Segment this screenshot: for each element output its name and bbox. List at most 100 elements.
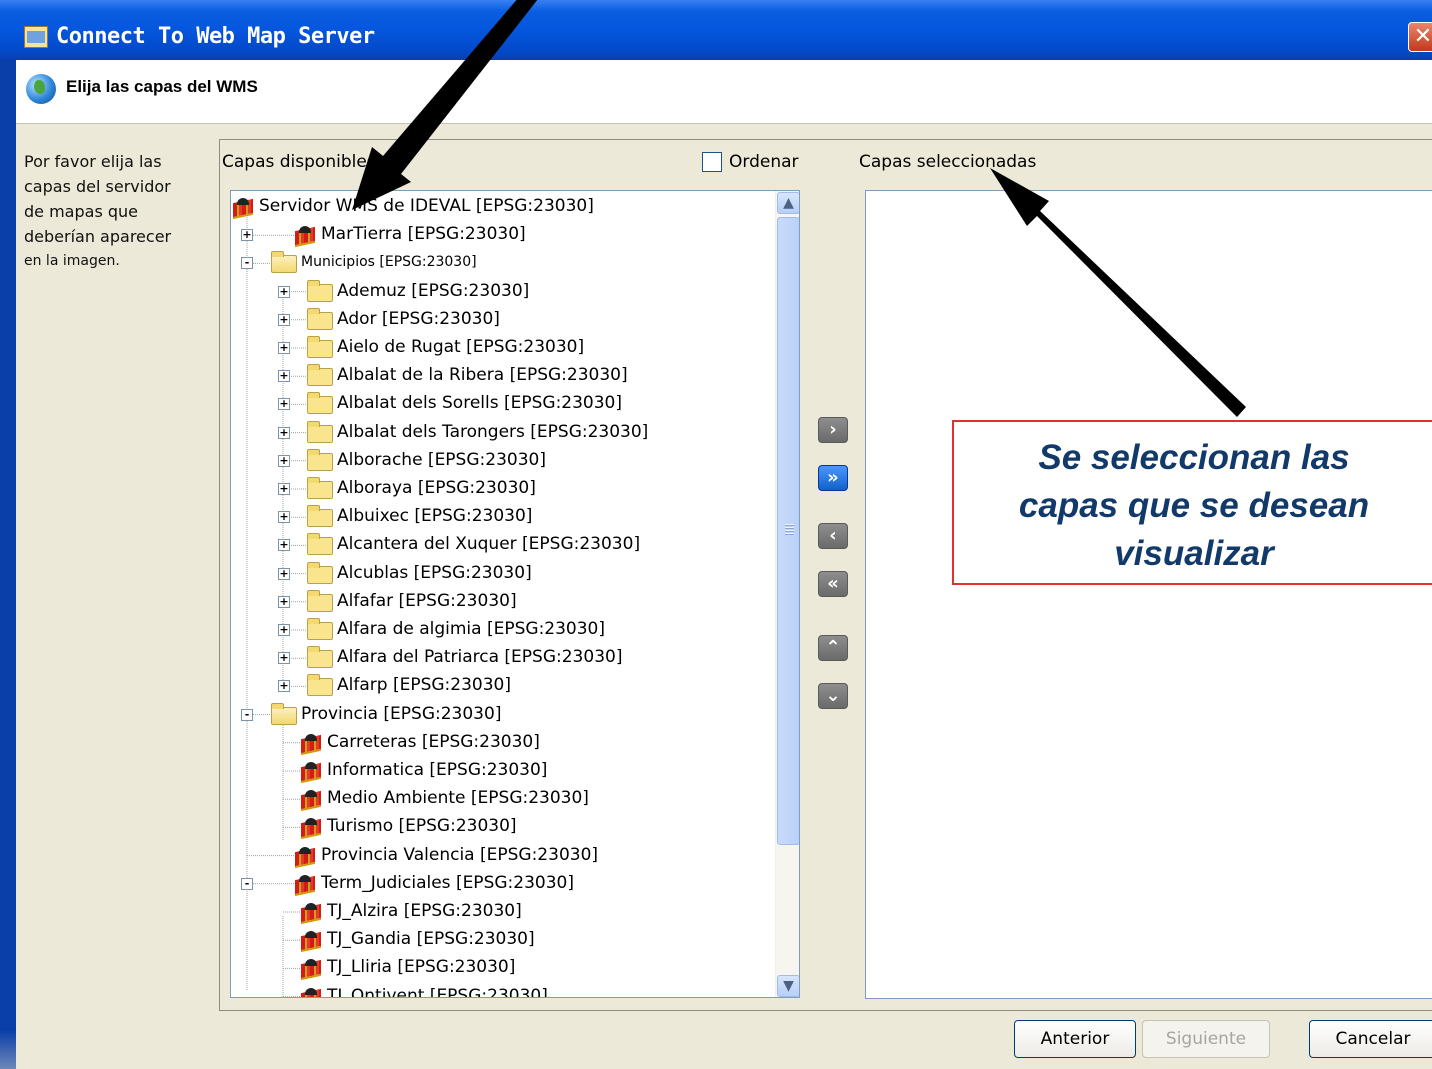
- tree-item-label: Provincia [EPSG:23030]: [301, 703, 502, 724]
- available-layers-label: Capas disponibles: [222, 152, 376, 172]
- expand-icon[interactable]: +: [278, 483, 290, 495]
- tree-item[interactable]: + Albalat dels Sorells [EPSG:23030]: [231, 390, 771, 418]
- expand-icon[interactable]: +: [278, 595, 290, 608]
- tree-item[interactable]: + Ador [EPSG:23030]: [231, 306, 771, 334]
- tree-item[interactable]: TJ_Ontivent [EPSG:23030]: [231, 983, 771, 997]
- expand-icon[interactable]: +: [278, 652, 290, 665]
- globe-icon: [26, 74, 56, 104]
- layer-icon: [301, 789, 325, 809]
- tree-item[interactable]: Provincia Valencia [EPSG:23030]: [231, 842, 771, 870]
- tree-item[interactable]: TJ_Lliria [EPSG:23030]: [231, 954, 771, 982]
- scroll-down-button[interactable]: ▼: [777, 975, 799, 997]
- tree-item[interactable]: + Alfara del Patriarca [EPSG:23030]: [231, 644, 771, 672]
- tree-item[interactable]: - Term_Judiciales [EPSG:23030]: [231, 870, 771, 898]
- tree-item-label: Alboraya [EPSG:23030]: [337, 478, 536, 498]
- scroll-thumb[interactable]: [777, 217, 799, 845]
- callout-line: Se seleccionan las: [1038, 438, 1350, 477]
- tree-item-label: Alfarp [EPSG:23030]: [337, 675, 511, 696]
- tree-item[interactable]: + Albalat de la Ribera [EPSG:23030]: [231, 362, 771, 390]
- expand-icon[interactable]: +: [278, 454, 290, 467]
- expand-icon[interactable]: +: [278, 539, 290, 552]
- expand-icon[interactable]: +: [278, 370, 290, 383]
- annotation-callout: Se seleccionan las capas que se desean v…: [952, 420, 1432, 585]
- collapse-icon[interactable]: -: [241, 877, 253, 890]
- close-button[interactable]: ✕: [1408, 22, 1432, 52]
- wizard-header: Elija las capas del WMS: [16, 60, 1432, 124]
- layer-icon: [295, 874, 319, 894]
- tree-item[interactable]: + Alcantera del Xuquer [EPSG:23030]: [231, 531, 771, 559]
- folder-icon: [307, 279, 333, 302]
- add-selected-button[interactable]: ›: [818, 417, 848, 443]
- expand-icon[interactable]: +: [278, 313, 290, 326]
- tree-item[interactable]: - Municipios [EPSG:23030]: [231, 249, 771, 277]
- scroll-up-button[interactable]: ▲: [777, 192, 799, 214]
- available-layers-tree[interactable]: Servidor WMS de IDEVAL [EPSG:23030] + MarT…: [230, 190, 800, 998]
- expand-icon[interactable]: +: [278, 680, 290, 693]
- tree-item[interactable]: + Alboraya [EPSG:23030]: [231, 475, 771, 503]
- expand-icon[interactable]: +: [278, 426, 290, 439]
- tree-item[interactable]: + Aielo de Rugat [EPSG:23030]: [231, 334, 771, 362]
- move-down-button[interactable]: ⌄: [818, 683, 848, 709]
- tree-item[interactable]: + MarTierra [EPSG:23030]: [231, 221, 771, 249]
- expand-icon[interactable]: +: [278, 511, 290, 524]
- tree-item-label: Informatica [EPSG:23030]: [327, 760, 548, 780]
- remove-all-button[interactable]: «: [818, 571, 848, 597]
- folder-icon: [307, 674, 333, 697]
- collapse-icon[interactable]: -: [241, 257, 253, 270]
- remove-selected-button[interactable]: ‹: [818, 523, 848, 549]
- tree-item-label: Aielo de Rugat [EPSG:23030]: [337, 337, 585, 357]
- tree-item[interactable]: TJ_Alzira [EPSG:23030]: [231, 898, 771, 926]
- cancel-button[interactable]: Cancelar: [1309, 1020, 1432, 1058]
- tree-item[interactable]: + Ademuz [EPSG:23030]: [231, 278, 771, 306]
- expand-icon[interactable]: +: [278, 567, 290, 580]
- tree-item[interactable]: + Albuixec [EPSG:23030]: [231, 503, 771, 531]
- tree-item[interactable]: TJ_Gandia [EPSG:23030]: [231, 926, 771, 954]
- order-label[interactable]: Ordenar: [729, 152, 799, 172]
- collapse-icon[interactable]: -: [241, 708, 253, 721]
- tree-item-label: Alfara de algimia [EPSG:23030]: [337, 619, 606, 639]
- layer-icon: [295, 846, 319, 866]
- folder-open-icon: [271, 702, 297, 725]
- tree-scrollbar[interactable]: ▲ ▼: [775, 191, 799, 997]
- tree-item-label: Medio Ambiente [EPSG:23030]: [327, 788, 589, 809]
- layer-icon: [295, 225, 319, 245]
- folder-icon: [307, 646, 333, 669]
- dialog-body: Por favor elija las capas del servidor d…: [16, 125, 1432, 1069]
- move-up-button[interactable]: ⌃: [818, 635, 848, 661]
- folder-icon: [307, 505, 333, 528]
- tree-item-label: Albalat dels Tarongers [EPSG:23030]: [337, 421, 649, 442]
- selected-layers-list[interactable]: [865, 190, 1432, 999]
- order-checkbox[interactable]: [702, 152, 722, 172]
- help-line: deberían aparecer: [24, 227, 172, 246]
- tree-item-label: Provincia Valencia [EPSG:23030]: [321, 844, 599, 865]
- layer-icon: [301, 958, 325, 978]
- tree-item[interactable]: - Provincia [EPSG:23030]: [231, 701, 771, 729]
- tree-item[interactable]: + Alborache [EPSG:23030]: [231, 447, 771, 475]
- folder-icon: [307, 561, 333, 584]
- expand-icon[interactable]: +: [241, 229, 253, 242]
- expand-icon[interactable]: +: [278, 398, 290, 411]
- folder-icon: [307, 618, 333, 640]
- tree-item[interactable]: Turismo [EPSG:23030]: [231, 813, 771, 841]
- expand-icon[interactable]: +: [278, 285, 290, 298]
- add-all-button[interactable]: »: [818, 465, 848, 491]
- tree-item[interactable]: Carreteras [EPSG:23030]: [231, 729, 771, 757]
- tree-item[interactable]: + Alcublas [EPSG:23030]: [231, 560, 771, 588]
- tree-item[interactable]: Informatica [EPSG:23030]: [231, 757, 771, 785]
- tree-item-label: TJ_Alzira [EPSG:23030]: [327, 901, 522, 921]
- tree-item-label: Ador [EPSG:23030]: [337, 308, 500, 329]
- title-bar[interactable]: Connect To Web Map Server ✕: [0, 0, 1432, 60]
- tree-item[interactable]: + Alfafar [EPSG:23030]: [231, 588, 771, 616]
- tree-item[interactable]: Servidor WMS de IDEVAL [EPSG:23030]: [231, 193, 771, 221]
- tree-item-label: Ademuz [EPSG:23030]: [337, 280, 530, 301]
- tree-item[interactable]: + Albalat dels Tarongers [EPSG:23030]: [231, 419, 771, 447]
- window-title: Connect To Web Map Server: [56, 24, 375, 49]
- tree-item-label: Alborache [EPSG:23030]: [337, 449, 546, 470]
- expand-icon[interactable]: +: [278, 624, 290, 636]
- tree-item[interactable]: Medio Ambiente [EPSG:23030]: [231, 785, 771, 813]
- next-button[interactable]: Siguiente: [1142, 1020, 1270, 1058]
- expand-icon[interactable]: +: [278, 342, 290, 354]
- tree-item[interactable]: + Alfarp [EPSG:23030]: [231, 672, 771, 700]
- tree-item[interactable]: + Alfara de algimia [EPSG:23030]: [231, 616, 771, 644]
- previous-button[interactable]: Anterior: [1014, 1020, 1136, 1058]
